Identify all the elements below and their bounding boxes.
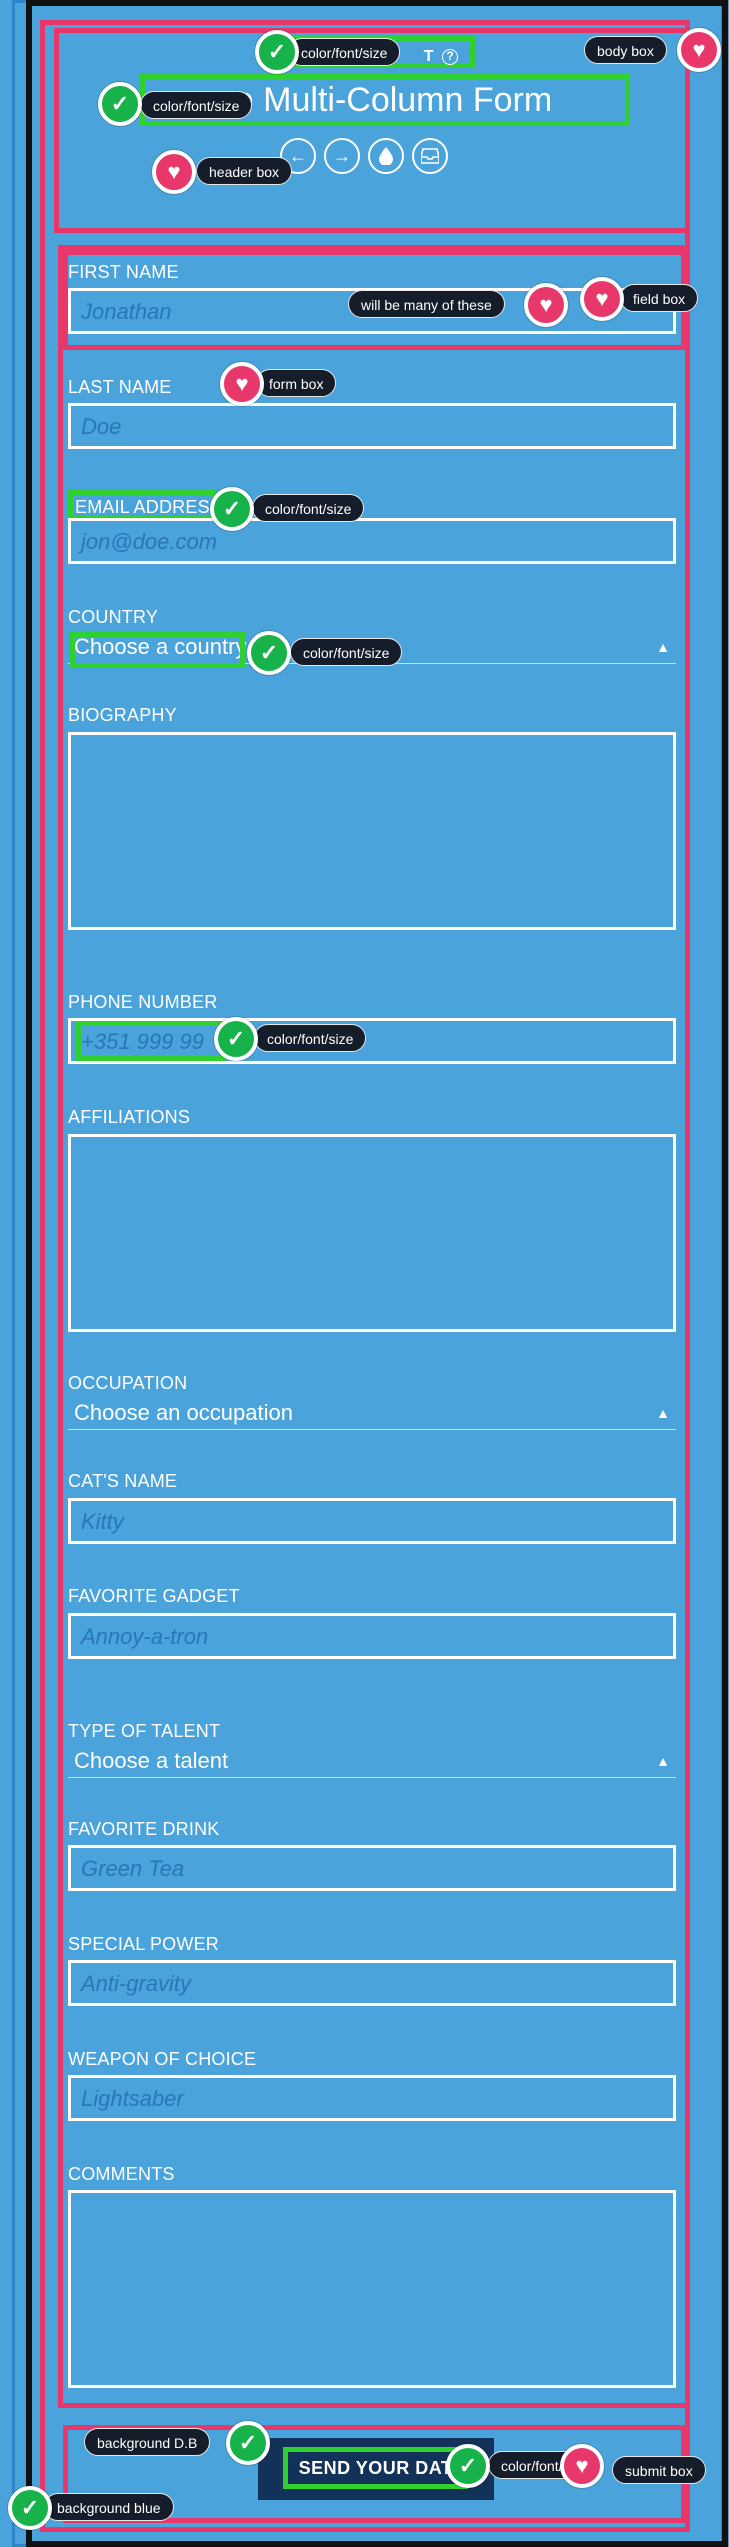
annotation-color-font-size: color/font/size bbox=[290, 638, 403, 666]
heart-icon: ♥ bbox=[677, 28, 721, 72]
email-label: EMAIL ADDRES bbox=[68, 490, 216, 520]
heart-icon: ♥ bbox=[524, 283, 568, 327]
annotation-background-db: background D.B bbox=[84, 2428, 211, 2456]
special-power-input[interactable]: Anti-gravity bbox=[68, 1960, 676, 2006]
phone-label: PHONE NUMBER bbox=[68, 992, 218, 1012]
check-icon: ✓ bbox=[255, 30, 299, 74]
annotation-color-font-size: color/font/size bbox=[252, 494, 365, 522]
heart-icon: ♥ bbox=[560, 2444, 604, 2488]
favorite-drink-label: FAVORITE DRINK bbox=[68, 1819, 220, 1839]
annotation-background-blue: background blue bbox=[44, 2493, 174, 2521]
annotation-header-box: header box bbox=[196, 157, 293, 185]
check-icon: ✓ bbox=[226, 2421, 270, 2465]
annotation-color-font-size: color/font/size bbox=[140, 91, 253, 119]
select-arrows-icon: ▲ bbox=[656, 1753, 670, 1769]
heart-icon: ♥ bbox=[220, 362, 264, 406]
select-arrows-icon: ▲ bbox=[656, 639, 670, 655]
biography-label: BIOGRAPHY bbox=[68, 705, 177, 725]
header-icon-row: ← → bbox=[280, 138, 448, 178]
check-icon: ✓ bbox=[214, 1017, 258, 1061]
cats-name-input[interactable]: Kitty bbox=[68, 1498, 676, 1544]
check-icon: ✓ bbox=[247, 631, 291, 675]
inbox-icon[interactable] bbox=[412, 138, 448, 174]
annotation-will-be-many: will be many of these bbox=[348, 290, 505, 318]
annotation-submit-box: submit box bbox=[612, 2456, 706, 2484]
last-name-input[interactable]: Doe bbox=[68, 403, 676, 449]
annotation-field-box: field box bbox=[620, 284, 699, 312]
arrow-right-icon[interactable]: → bbox=[324, 138, 360, 174]
occupation-label: OCCUPATION bbox=[68, 1373, 188, 1393]
email-input[interactable]: jon@doe.com bbox=[68, 518, 676, 564]
check-icon: ✓ bbox=[210, 487, 254, 531]
country-highlight bbox=[70, 632, 245, 668]
heart-icon: ♥ bbox=[152, 150, 196, 194]
comments-textarea[interactable] bbox=[68, 2190, 676, 2388]
annotation-color-font-size: color/font/size bbox=[254, 1024, 367, 1052]
last-name-label: LAST NAME bbox=[68, 377, 172, 397]
special-power-label: SPECIAL POWER bbox=[68, 1934, 219, 1954]
annotation-form-box: form box bbox=[256, 369, 337, 397]
favorite-gadget-label: FAVORITE GADGET bbox=[68, 1586, 240, 1606]
affiliations-label: AFFILIATIONS bbox=[68, 1107, 191, 1127]
annotation-body-box: body box bbox=[584, 36, 667, 64]
check-icon: ✓ bbox=[446, 2444, 490, 2488]
submit-button[interactable]: SEND YOUR DAT bbox=[283, 2447, 468, 2489]
select-arrows-icon: ▲ bbox=[656, 1405, 670, 1421]
affiliations-textarea[interactable] bbox=[68, 1134, 676, 1332]
drop-icon[interactable] bbox=[368, 138, 404, 174]
favorite-drink-input[interactable]: Green Tea bbox=[68, 1845, 676, 1891]
comments-label: COMMENTS bbox=[68, 2164, 175, 2184]
heart-icon: ♥ bbox=[580, 277, 624, 321]
help-icon: ? bbox=[442, 48, 458, 65]
first-name-label: FIRST NAME bbox=[68, 262, 179, 282]
annotation-color-font-size: color/font/size bbox=[288, 38, 401, 66]
weapon-label: WEAPON OF CHOICE bbox=[68, 2049, 257, 2069]
favorite-gadget-input[interactable]: Annoy-a-tron bbox=[68, 1613, 676, 1659]
talent-label: TYPE OF TALENT bbox=[68, 1721, 221, 1741]
occupation-select[interactable]: Choose an occupation ▲ bbox=[68, 1398, 676, 1430]
country-label: COUNTRY bbox=[68, 607, 159, 627]
biography-textarea[interactable] bbox=[68, 732, 676, 930]
phone-highlight bbox=[76, 1021, 226, 1061]
cats-name-label: CAT'S NAME bbox=[68, 1471, 178, 1491]
talent-select[interactable]: Choose a talent ▲ bbox=[68, 1746, 676, 1778]
check-icon: ✓ bbox=[8, 2486, 52, 2530]
check-icon: ✓ bbox=[98, 82, 142, 126]
weapon-input[interactable]: Lightsaber bbox=[68, 2075, 676, 2121]
